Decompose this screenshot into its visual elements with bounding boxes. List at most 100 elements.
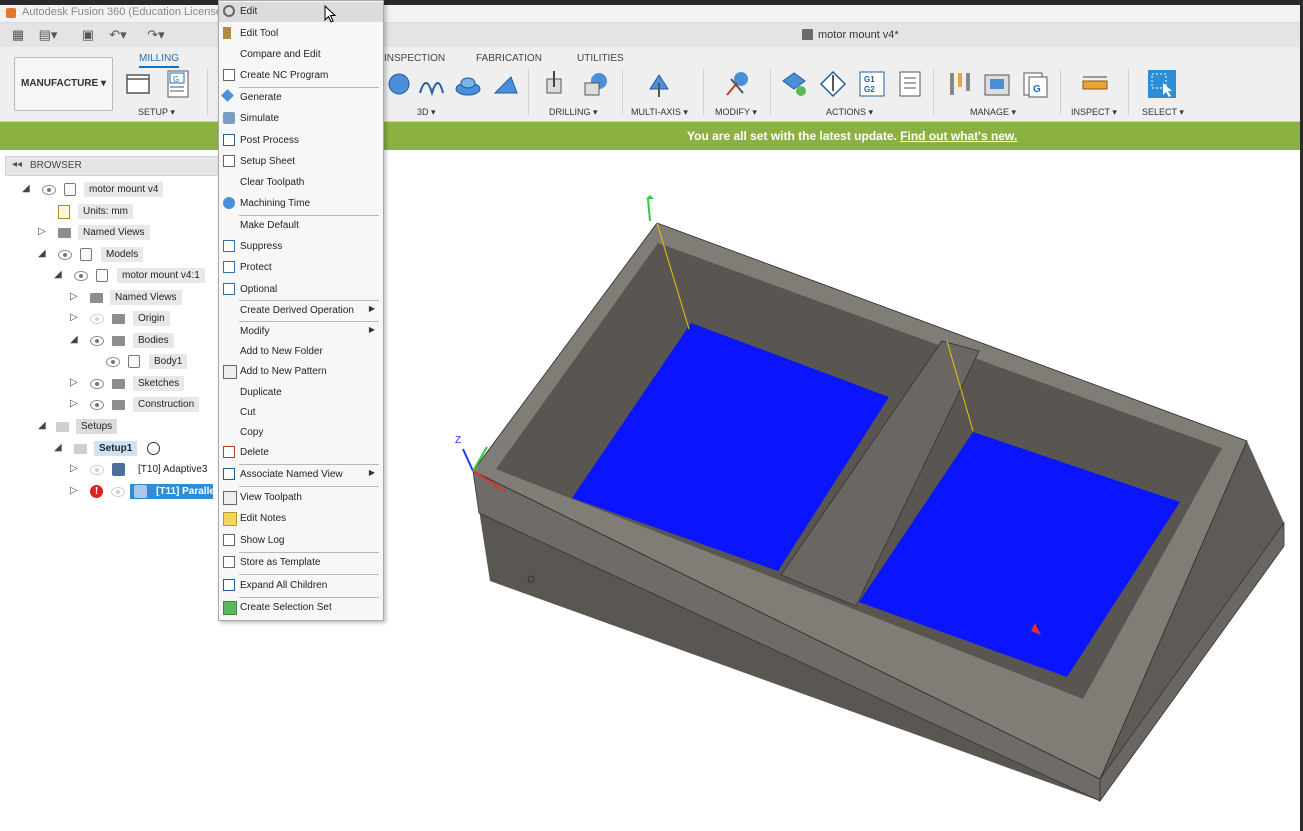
3d-group-label[interactable]: 3D ▾ — [417, 107, 436, 118]
3d-tool-1-icon[interactable] — [384, 69, 414, 99]
inspect-group-label[interactable]: INSPECT ▾ — [1071, 107, 1117, 118]
manage-post-library-icon[interactable]: G — [1020, 69, 1050, 99]
expand-triangle-icon[interactable]: ▷ — [70, 463, 80, 475]
model-viewport[interactable]: Z — [383, 151, 1303, 831]
menu-item-modify[interactable]: Modify ▶ — [219, 322, 383, 342]
tab-inspection[interactable]: INSPECTION — [384, 53, 445, 64]
manage-group-label[interactable]: MANAGE ▾ — [970, 107, 1016, 118]
menu-item-suppress[interactable]: Suppress — [219, 237, 383, 257]
hidden-eye-icon[interactable] — [111, 487, 125, 497]
file-icon[interactable]: ▤▾ — [38, 26, 58, 44]
nc-program-tool-icon[interactable]: G — [164, 69, 194, 99]
tree-row[interactable]: Body1 — [0, 353, 218, 371]
collapse-browser-icon[interactable]: ◂◂ — [12, 159, 22, 170]
3d-tool-4-icon[interactable] — [491, 69, 521, 99]
tree-node-label[interactable]: Body1 — [149, 354, 188, 369]
multi-axis-icon[interactable] — [644, 69, 674, 99]
tree-node-label[interactable]: Units: mm — [78, 204, 133, 219]
menu-item-cut[interactable]: Cut — [219, 403, 383, 423]
collapse-triangle-icon[interactable]: ◢ — [54, 269, 64, 281]
tree-row[interactable]: ▷ Sketches — [0, 375, 218, 393]
tree-node-label[interactable]: Named Views — [110, 290, 182, 305]
tab-milling[interactable]: MILLING — [139, 53, 180, 68]
menu-item-create-nc-program[interactable]: Create NC Program — [219, 66, 383, 86]
menu-item-setup-sheet[interactable]: Setup Sheet — [219, 152, 383, 172]
manage-tool-library-icon[interactable] — [944, 69, 974, 99]
modify-group-label[interactable]: MODIFY ▾ — [715, 107, 757, 118]
whats-new-link[interactable]: Find out what's new. — [900, 129, 1017, 143]
menu-item-create-selection-set[interactable]: Create Selection Set — [219, 598, 383, 618]
menu-item-make-default[interactable]: Make Default — [219, 216, 383, 236]
tree-node-label[interactable]: Construction — [133, 397, 200, 412]
menu-item-simulate[interactable]: Simulate — [219, 109, 383, 129]
workspace-switcher-button[interactable]: MANUFACTURE ▾ — [14, 57, 113, 111]
redo-icon[interactable]: ↷▾ — [146, 26, 166, 44]
tree-node-label[interactable]: Setup1 — [94, 441, 138, 456]
setup-group-label[interactable]: SETUP ▾ — [138, 107, 175, 118]
tree-node-label[interactable]: Models — [101, 247, 144, 262]
menu-item-edit[interactable]: Edit — [219, 2, 383, 22]
actions-group-label[interactable]: ACTIONS ▾ — [826, 107, 873, 118]
collapse-triangle-icon[interactable]: ◢ — [38, 248, 48, 260]
grid-icon[interactable]: ▦ — [8, 26, 28, 44]
tree-row[interactable]: ▷ Origin — [0, 310, 218, 328]
menu-item-protect[interactable]: Protect — [219, 258, 383, 278]
tree-row[interactable]: ▷ Construction — [0, 396, 218, 414]
visibility-eye-icon[interactable] — [74, 271, 88, 281]
visibility-eye-icon[interactable] — [58, 250, 72, 260]
menu-item-machining-time[interactable]: Machining Time — [219, 194, 383, 214]
menu-item-edit-notes[interactable]: Edit Notes — [219, 509, 383, 529]
drilling-icon[interactable] — [541, 69, 571, 99]
collapse-triangle-icon[interactable]: ◢ — [70, 334, 80, 346]
tree-row[interactable]: ▷ Named Views — [0, 224, 218, 242]
select-icon[interactable] — [1147, 69, 1177, 99]
tree-node-label[interactable]: Named Views — [78, 225, 150, 240]
menu-item-compare-and-edit[interactable]: Compare and Edit — [219, 45, 383, 65]
visibility-eye-icon[interactable] — [90, 400, 104, 410]
menu-item-generate[interactable]: Generate — [219, 88, 383, 108]
tab-fabrication[interactable]: FABRICATION — [476, 53, 542, 64]
tree-row[interactable]: ▷ [T10] Adaptive3 — [0, 461, 218, 479]
collapse-triangle-icon[interactable]: ◢ — [38, 420, 48, 432]
collapse-triangle-icon[interactable]: ◢ — [22, 183, 32, 195]
new-setup-icon[interactable] — [124, 69, 154, 99]
modify-icon[interactable] — [721, 69, 751, 99]
menu-item-create-derived-operation[interactable]: Create Derived Operation ▶ — [219, 301, 383, 321]
expand-triangle-icon[interactable]: ▷ — [70, 291, 80, 303]
tree-node-label[interactable]: motor mount v4:1 — [117, 268, 205, 283]
menu-item-show-log[interactable]: Show Log — [219, 531, 383, 551]
expand-triangle-icon[interactable]: ▷ — [38, 226, 48, 238]
save-icon[interactable]: ▣ — [78, 26, 98, 44]
menu-item-post-process[interactable]: Post Process — [219, 131, 383, 151]
tab-utilities[interactable]: UTILITIES — [577, 53, 624, 64]
tree-row[interactable]: ◢ Setup1 — [0, 440, 218, 458]
menu-item-add-to-new-folder[interactable]: Add to New Folder — [219, 342, 383, 362]
3d-tool-2-icon[interactable] — [416, 69, 446, 99]
multi-axis-group-label[interactable]: MULTI-AXIS ▾ — [631, 107, 688, 118]
collapse-triangle-icon[interactable]: ◢ — [54, 442, 64, 454]
menu-item-copy[interactable]: Copy — [219, 423, 383, 443]
menu-item-expand-all-children[interactable]: Expand All Children — [219, 576, 383, 596]
visibility-eye-icon[interactable] — [90, 379, 104, 389]
visibility-eye-icon[interactable] — [90, 336, 104, 346]
tree-node-label[interactable]: [T10] Adaptive3 — [133, 462, 213, 477]
select-group-label[interactable]: SELECT ▾ — [1142, 107, 1184, 118]
visibility-eye-icon[interactable] — [106, 357, 120, 367]
drilling-2-icon[interactable] — [581, 69, 611, 99]
visibility-eye-icon[interactable] — [42, 185, 56, 195]
actions-setup-sheet-icon[interactable] — [895, 69, 925, 99]
menu-item-optional[interactable]: Optional — [219, 280, 383, 300]
expand-triangle-icon[interactable]: ▷ — [70, 312, 80, 324]
expand-triangle-icon[interactable]: ▷ — [70, 398, 80, 410]
actions-simulate-icon[interactable] — [779, 69, 809, 99]
3d-tool-3-icon[interactable] — [453, 69, 483, 99]
tree-node-label[interactable]: Origin — [133, 311, 170, 326]
menu-item-store-as-template[interactable]: Store as Template — [219, 553, 383, 573]
tree-node-label[interactable]: Bodies — [133, 333, 174, 348]
menu-item-view-toolpath[interactable]: View Toolpath — [219, 488, 383, 508]
tree-node-label[interactable]: Sketches — [133, 376, 185, 391]
tree-row[interactable]: Units: mm — [0, 203, 218, 221]
browser-header[interactable]: ◂◂ BROWSER — [5, 156, 220, 176]
tree-row[interactable]: ◢ Models — [0, 246, 218, 264]
tree-row[interactable]: ◢ motor mount v4:1 — [0, 267, 218, 285]
